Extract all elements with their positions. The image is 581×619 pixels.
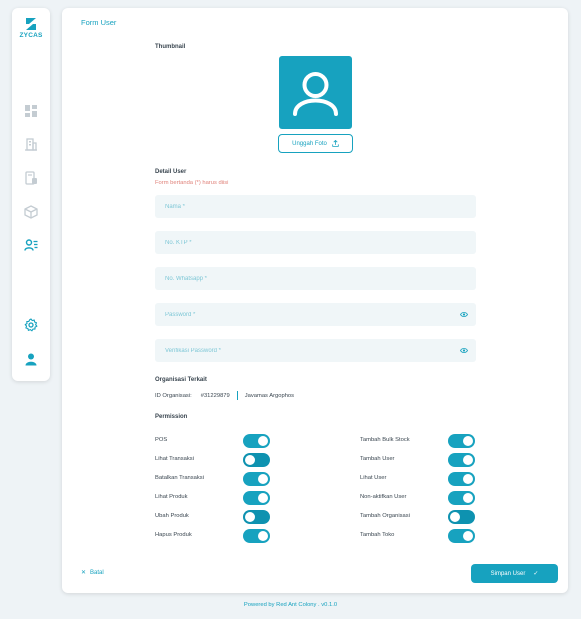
- name-input[interactable]: [155, 195, 476, 219]
- permission-toggle[interactable]: [448, 453, 475, 467]
- brand-name: ZYCAS: [19, 32, 43, 39]
- toggle-knob: [463, 455, 473, 465]
- page-title: Form User: [81, 18, 117, 27]
- upload-photo-button[interactable]: Unggah Foto: [278, 134, 353, 153]
- user-avatar-icon: [293, 72, 338, 116]
- show-password-confirm-toggle[interactable]: [460, 347, 468, 354]
- brand-logo[interactable]: ZYCAS: [12, 17, 50, 39]
- permission-toggle[interactable]: [243, 472, 270, 486]
- sidebar-item-product[interactable]: [24, 205, 38, 219]
- permission-label: Lihat User: [360, 475, 387, 481]
- permission-label: Batalkan Transaksi: [155, 475, 204, 481]
- permission-label: Tambah Bulk Stock: [360, 437, 410, 443]
- toggle-knob: [450, 512, 460, 522]
- sidebar-item-profile[interactable]: [24, 352, 38, 366]
- ktp-input[interactable]: [155, 231, 476, 255]
- permission-label: Tambah Organisasi: [360, 513, 410, 519]
- toggle-knob: [258, 436, 268, 446]
- upload-photo-label: Unggah Foto: [292, 140, 327, 147]
- toggle-knob: [245, 455, 255, 465]
- sidebar-item-settings[interactable]: [24, 318, 38, 332]
- permission-label: Tambah User: [360, 456, 395, 462]
- permission-label: Tambah Toko: [360, 532, 395, 538]
- sidebar: ZYCAS: [12, 8, 50, 381]
- org-name: Javamas Argophos: [244, 392, 295, 399]
- eye-icon: [460, 312, 468, 317]
- eye-icon: [460, 348, 468, 353]
- user-icon: [25, 353, 37, 366]
- toggle-knob: [463, 474, 473, 484]
- cancel-label: Batal: [90, 569, 104, 576]
- show-password-toggle[interactable]: [460, 311, 468, 318]
- box-icon: [24, 205, 38, 219]
- org-id-label: ID Organisasi:: [155, 392, 192, 399]
- permission-toggle[interactable]: [243, 510, 270, 524]
- building-icon: [25, 138, 37, 151]
- permission-toggle[interactable]: [448, 510, 475, 524]
- save-user-label: Simpan User: [490, 570, 526, 577]
- toggle-knob: [258, 474, 268, 484]
- save-user-button[interactable]: Simpan User ✓: [471, 564, 558, 583]
- permission-toggle[interactable]: [448, 434, 475, 448]
- password-confirm-input[interactable]: [155, 339, 476, 363]
- permission-label: Permission: [155, 414, 188, 420]
- zycas-logo-icon: [26, 18, 36, 30]
- permission-label: POS: [155, 437, 168, 443]
- cancel-button[interactable]: ✕ Batal: [81, 569, 104, 577]
- check-icon: ✓: [533, 571, 539, 577]
- sidebar-item-report[interactable]: [24, 171, 38, 185]
- name-field[interactable]: [155, 195, 476, 219]
- gear-icon: [24, 318, 38, 332]
- ktp-field[interactable]: [155, 231, 476, 255]
- thumbnail-preview: [279, 56, 352, 129]
- required-note: Form bertanda (*) harus diisi: [155, 180, 229, 186]
- permission-label: Ubah Produk: [155, 513, 189, 519]
- detail-user-label: Detail User: [155, 169, 187, 175]
- whatsapp-input[interactable]: [155, 267, 476, 291]
- sidebar-item-organization[interactable]: [24, 137, 38, 151]
- footer-credit: Powered by Red Ant Colony . v0.1.0: [243, 602, 338, 608]
- password-field[interactable]: [155, 303, 476, 327]
- toggle-knob: [463, 531, 473, 541]
- upload-icon: [332, 140, 339, 147]
- permission-toggle[interactable]: [243, 453, 270, 467]
- close-icon: ✕: [81, 570, 87, 576]
- permission-toggle[interactable]: [243, 434, 270, 448]
- permission-label: Non-aktifkan User: [360, 494, 407, 500]
- permission-label: Hapus Produk: [155, 532, 192, 538]
- org-info: ID Organisasi: #31229879 Javamas Argopho…: [155, 391, 294, 400]
- report-icon: [25, 171, 37, 185]
- permission-label: Lihat Transaksi: [155, 456, 194, 462]
- whatsapp-field[interactable]: [155, 267, 476, 291]
- permission-toggle[interactable]: [243, 529, 270, 543]
- sidebar-item-users[interactable]: [24, 238, 38, 252]
- permission-toggle[interactable]: [243, 491, 270, 505]
- toggle-knob: [463, 493, 473, 503]
- toggle-knob: [463, 436, 473, 446]
- thumbnail-label: Thumbnail: [155, 44, 186, 50]
- permission-label: Lihat Produk: [155, 494, 188, 500]
- org-divider: [236, 391, 238, 400]
- toggle-knob: [258, 531, 268, 541]
- form-card: Form User Thumbnail Unggah Foto Detail U…: [62, 8, 568, 593]
- password-confirm-field[interactable]: [155, 339, 476, 363]
- user-list-icon: [24, 239, 38, 251]
- sidebar-item-dashboard[interactable]: [24, 104, 38, 118]
- permission-toggle[interactable]: [448, 472, 475, 486]
- toggle-knob: [258, 493, 268, 503]
- permission-toggle[interactable]: [448, 529, 475, 543]
- org-label: Organisasi Terkait: [155, 377, 207, 383]
- dashboard-icon: [25, 105, 37, 117]
- toggle-knob: [245, 512, 255, 522]
- org-id-value: #31229879: [200, 392, 230, 399]
- password-input[interactable]: [155, 303, 476, 327]
- permission-toggle[interactable]: [448, 491, 475, 505]
